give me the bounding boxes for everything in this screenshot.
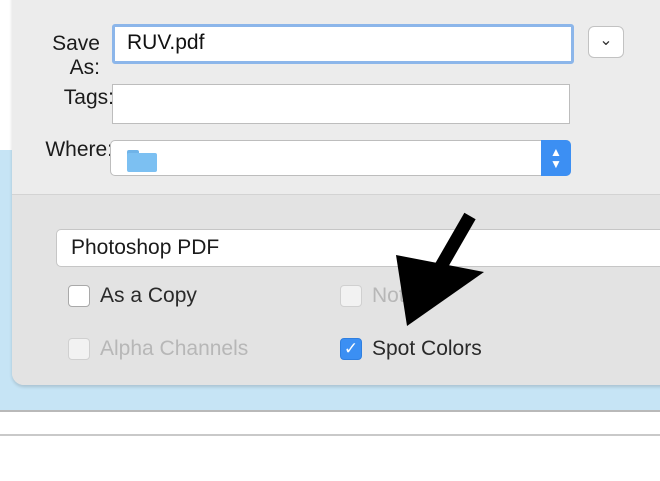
- notes-label: Not: [372, 284, 405, 307]
- chevron-down-icon: ▼: [550, 157, 562, 171]
- background-divider: [0, 434, 660, 436]
- chevron-down-icon: ⌄: [599, 32, 613, 49]
- save-as-input[interactable]: RUV.pdf: [112, 24, 574, 64]
- spot-colors-label: Spot Colors: [372, 337, 482, 360]
- checkmark-icon: ✓: [343, 339, 359, 358]
- where-popup-stepper[interactable]: ▲ ▼: [541, 140, 571, 176]
- tags-label: Tags:: [63, 86, 114, 109]
- folder-icon: [127, 150, 157, 172]
- background-divider: [0, 410, 660, 412]
- save-as-label: Save As:: [52, 32, 100, 79]
- format-popup[interactable]: Photoshop PDF: [56, 229, 660, 267]
- spot-colors-checkbox[interactable]: ✓: [340, 338, 362, 360]
- where-label: Where:: [45, 138, 113, 161]
- tags-input[interactable]: [112, 84, 570, 124]
- alpha-channels-label: Alpha Channels: [100, 337, 249, 360]
- expand-dialog-button[interactable]: ⌄: [588, 26, 624, 58]
- alpha-channels-checkbox[interactable]: [68, 338, 90, 360]
- notes-checkbox[interactable]: [340, 285, 362, 307]
- as-a-copy-checkbox[interactable]: [68, 285, 90, 307]
- as-a-copy-label: As a Copy: [100, 284, 197, 307]
- where-popup[interactable]: [110, 140, 571, 176]
